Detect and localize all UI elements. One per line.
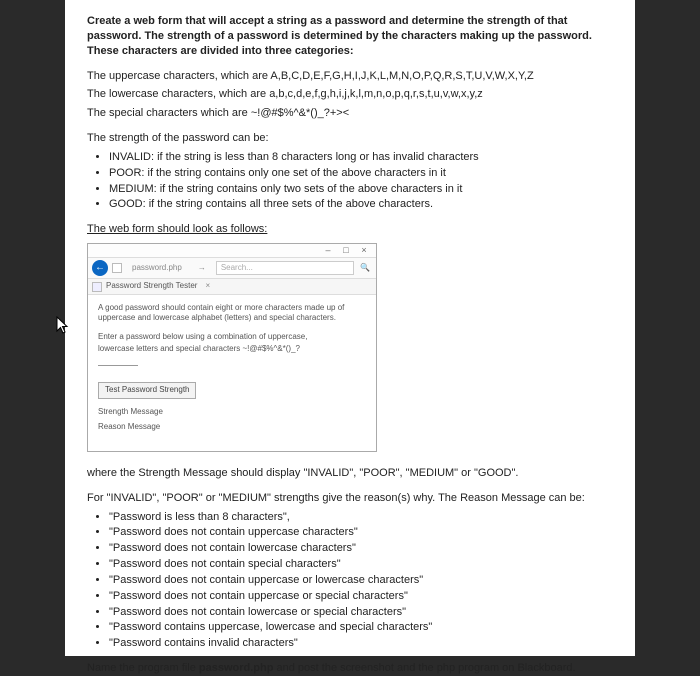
list-item: INVALID: if the string is less than 8 ch… [109, 150, 613, 165]
back-button[interactable]: ← [92, 260, 108, 276]
search-input[interactable]: Search... [216, 261, 354, 275]
test-password-button[interactable]: Test Password Strength [98, 382, 196, 399]
browser-tabs: Password Strength Tester × [88, 279, 376, 295]
reasons-list: "Password is less than 8 characters", "P… [87, 510, 613, 652]
list-item: "Password is less than 8 characters", [109, 510, 613, 525]
form-desc: A good password should contain eight or … [98, 303, 366, 324]
document-page: Create a web form that will accept a str… [65, 0, 635, 656]
form-screenshot: – □ × ← password.php → Search... 🔍 Passw… [87, 243, 377, 452]
address-text: password.php [126, 263, 188, 274]
list-item: GOOD: if the string contains all three s… [109, 197, 613, 212]
search-placeholder: Search... [221, 263, 253, 274]
strength-message: Strength Message [98, 407, 366, 418]
list-item: "Password contains invalid characters" [109, 636, 613, 651]
list-item: POOR: if the string contains only one se… [109, 166, 613, 181]
strength-lead: The strength of the password can be: [87, 131, 613, 146]
minimize-icon[interactable]: – [322, 246, 334, 255]
list-item: "Password does not contain uppercase or … [109, 573, 613, 588]
list-item: MEDIUM: if the string contains only two … [109, 182, 613, 197]
arrow-icon: → [192, 263, 212, 274]
strength-list: INVALID: if the string is less than 8 ch… [87, 150, 613, 212]
reasons-lead: For "INVALID", "POOR" or "MEDIUM" streng… [87, 491, 613, 506]
intro-p3: The lowercase characters, which are a,b,… [87, 87, 613, 102]
intro-p4: The special characters which are ~!@#$%^… [87, 106, 613, 121]
maximize-icon[interactable]: □ [340, 246, 352, 255]
form-label-2: lowercase letters and special characters… [98, 344, 366, 354]
list-item: "Password does not contain special chara… [109, 557, 613, 572]
password-input[interactable] [98, 356, 138, 366]
tab-close-icon[interactable]: × [201, 281, 214, 292]
close-icon[interactable]: × [358, 246, 370, 255]
list-item: "Password contains uppercase, lowercase … [109, 620, 613, 635]
list-item: "Password does not contain lowercase cha… [109, 541, 613, 556]
footer-post: and post the screenshot and the php prog… [273, 662, 575, 674]
form-label-1: Enter a password below using a combinati… [98, 332, 366, 342]
tab-icon [92, 282, 102, 292]
window-titlebar: – □ × [88, 244, 376, 258]
reason-message: Reason Message [98, 422, 366, 433]
where-line: where the Strength Message should displa… [87, 466, 613, 481]
list-item: "Password does not contain lowercase or … [109, 605, 613, 620]
form-lead: The web form should look as follows: [87, 222, 613, 237]
list-item: "Password does not contain uppercase or … [109, 589, 613, 604]
search-icon[interactable]: 🔍 [358, 263, 372, 274]
footer-file: password.php [199, 662, 274, 674]
intro-p1: Create a web form that will accept a str… [87, 14, 613, 59]
form-body: A good password should contain eight or … [88, 295, 376, 451]
tab-title[interactable]: Password Strength Tester [106, 281, 197, 292]
page-icon [112, 263, 122, 273]
footer-pre: Name the program file [87, 662, 199, 674]
intro-p2: The uppercase characters, which are A,B,… [87, 69, 613, 84]
footer-line: Name the program file password.php and p… [87, 661, 613, 676]
browser-nav: ← password.php → Search... 🔍 [88, 258, 376, 279]
list-item: "Password does not contain uppercase cha… [109, 525, 613, 540]
